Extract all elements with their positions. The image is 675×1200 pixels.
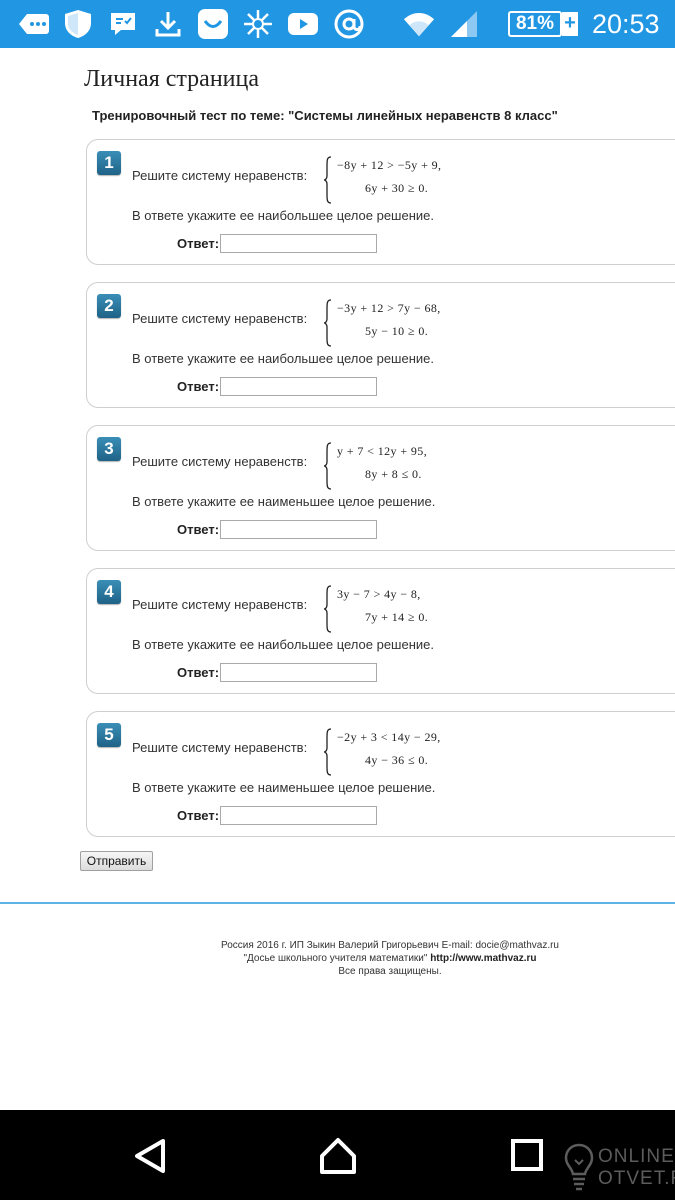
footer-site-link[interactable]: http://www.mathvaz.ru <box>430 953 536 964</box>
inequality-system: −3y + 12 > 7y − 68, 5y − 10 ≥ 0. <box>323 297 483 349</box>
answer-label: Ответ: <box>177 522 220 537</box>
inequality-2: 8y + 8 ≤ 0. <box>365 467 422 481</box>
youtube-icon <box>287 8 319 40</box>
task-number-badge: 5 <box>97 723 121 747</box>
download-icon <box>152 8 184 40</box>
brace-icon <box>323 585 332 633</box>
footer-site-line: "Досье школьного учителя математики" htt… <box>140 952 640 965</box>
watermark-logo: ONLINE OTVET.RU <box>564 1140 675 1196</box>
inequality-system: −2y + 3 < 14y − 29, 4y − 36 ≤ 0. <box>323 726 483 778</box>
brace-icon <box>323 728 332 776</box>
task-card-4: 4 Решите систему неравенств: 3y − 7 > 4y… <box>86 568 675 694</box>
inequality-system: −8y + 12 > −5y + 9, 6y + 30 ≥ 0. <box>323 154 483 206</box>
smile-icon <box>197 8 229 40</box>
task-prompt: Решите систему неравенств: <box>132 311 308 326</box>
submit-button[interactable]: Отправить <box>80 851 153 871</box>
chat-icon <box>107 8 139 40</box>
task-card-2: 2 Решите систему неравенств: −3y + 12 > … <box>86 282 675 408</box>
brace-icon <box>323 156 332 204</box>
task-instruction: В ответе укажите ее наибольшее целое реш… <box>132 208 434 223</box>
charging-indicator: + <box>562 12 578 36</box>
task-prompt: Решите систему неравенств: <box>132 740 308 755</box>
task-instruction: В ответе укажите ее наименьшее целое реш… <box>132 494 436 509</box>
task-card-1: 1 Решите систему неравенств: −8y + 12 > … <box>86 139 675 265</box>
task-card-3: 3 Решите систему неравенств: y + 7 < 12y… <box>86 425 675 551</box>
inequality-1: −3y + 12 > 7y − 68, <box>337 301 441 315</box>
answer-input-3[interactable] <box>220 520 377 539</box>
inequality-system: y + 7 < 12y + 95, 8y + 8 ≤ 0. <box>323 440 483 492</box>
messages-icon <box>18 8 50 40</box>
task-prompt: Решите систему неравенств: <box>132 597 308 612</box>
inequality-2: 6y + 30 ≥ 0. <box>365 181 429 195</box>
inequality-2: 4y − 36 ≤ 0. <box>365 753 429 767</box>
task-number-badge: 3 <box>97 437 121 461</box>
inequality-2: 5y − 10 ≥ 0. <box>365 324 429 338</box>
inequality-1: −8y + 12 > −5y + 9, <box>337 158 442 172</box>
burst-icon <box>242 8 274 40</box>
answer-input-2[interactable] <box>220 377 377 396</box>
inequality-1: y + 7 < 12y + 95, <box>337 444 428 458</box>
watermark-line-1: ONLINE <box>598 1146 675 1167</box>
task-instruction: В ответе укажите ее наименьшее целое реш… <box>132 780 436 795</box>
page-title: Личная страница <box>84 66 259 92</box>
watermark-line-2: OTVET.RU <box>598 1168 675 1189</box>
clock: 20:53 <box>592 9 660 39</box>
task-card-5: 5 Решите систему неравенств: −2y + 3 < 1… <box>86 711 675 837</box>
signal-icon <box>448 8 480 40</box>
answer-label: Ответ: <box>177 379 220 394</box>
task-prompt: Решите систему неравенств: <box>132 168 308 183</box>
answer-label: Ответ: <box>177 808 220 823</box>
inequality-system: 3y − 7 > 4y − 8, 7y + 14 ≥ 0. <box>323 583 483 635</box>
inequality-1: −2y + 3 < 14y − 29, <box>337 730 441 744</box>
task-prompt: Решите систему неравенств: <box>132 454 308 469</box>
wifi-icon <box>403 8 435 40</box>
lightbulb-icon <box>564 1143 594 1191</box>
footer-rights: Все права защищены. <box>338 966 442 977</box>
task-number-badge: 2 <box>97 294 121 318</box>
recents-icon[interactable] <box>508 1136 548 1176</box>
task-instruction: В ответе укажите ее наибольшее целое реш… <box>132 637 434 652</box>
answer-input-1[interactable] <box>220 234 377 253</box>
battery-icon: 81% <box>508 11 562 37</box>
footer-copyright: Россия 2016 г. ИП Зыкин Валерий Григорье… <box>221 940 559 951</box>
answer-input-5[interactable] <box>220 806 377 825</box>
answer-label: Ответ: <box>177 665 220 680</box>
footer-site-name: "Досье школьного учителя математики" <box>243 953 431 964</box>
watermark-text: ONLINE OTVET.RU <box>598 1146 675 1190</box>
home-icon[interactable] <box>318 1136 358 1176</box>
answer-label: Ответ: <box>177 236 220 251</box>
task-instruction: В ответе укажите ее наибольшее целое реш… <box>132 351 434 366</box>
answer-input-4[interactable] <box>220 663 377 682</box>
status-bar: 81% + 20:53 <box>0 0 675 48</box>
at-sign-icon <box>333 8 365 40</box>
task-number-badge: 1 <box>97 151 121 175</box>
battery-level: 81% <box>515 13 555 34</box>
shield-icon <box>62 8 94 40</box>
task-number-badge: 4 <box>97 580 121 604</box>
inequality-2: 7y + 14 ≥ 0. <box>365 610 429 624</box>
brace-icon <box>323 442 332 490</box>
inequality-1: 3y − 7 > 4y − 8, <box>337 587 421 601</box>
brace-icon <box>323 299 332 347</box>
back-icon[interactable] <box>130 1136 170 1176</box>
footer-divider <box>0 902 675 904</box>
footer: Россия 2016 г. ИП Зыкин Валерий Григорье… <box>140 939 640 978</box>
test-subtitle: Тренировочный тест по теме: "Системы лин… <box>92 108 558 123</box>
